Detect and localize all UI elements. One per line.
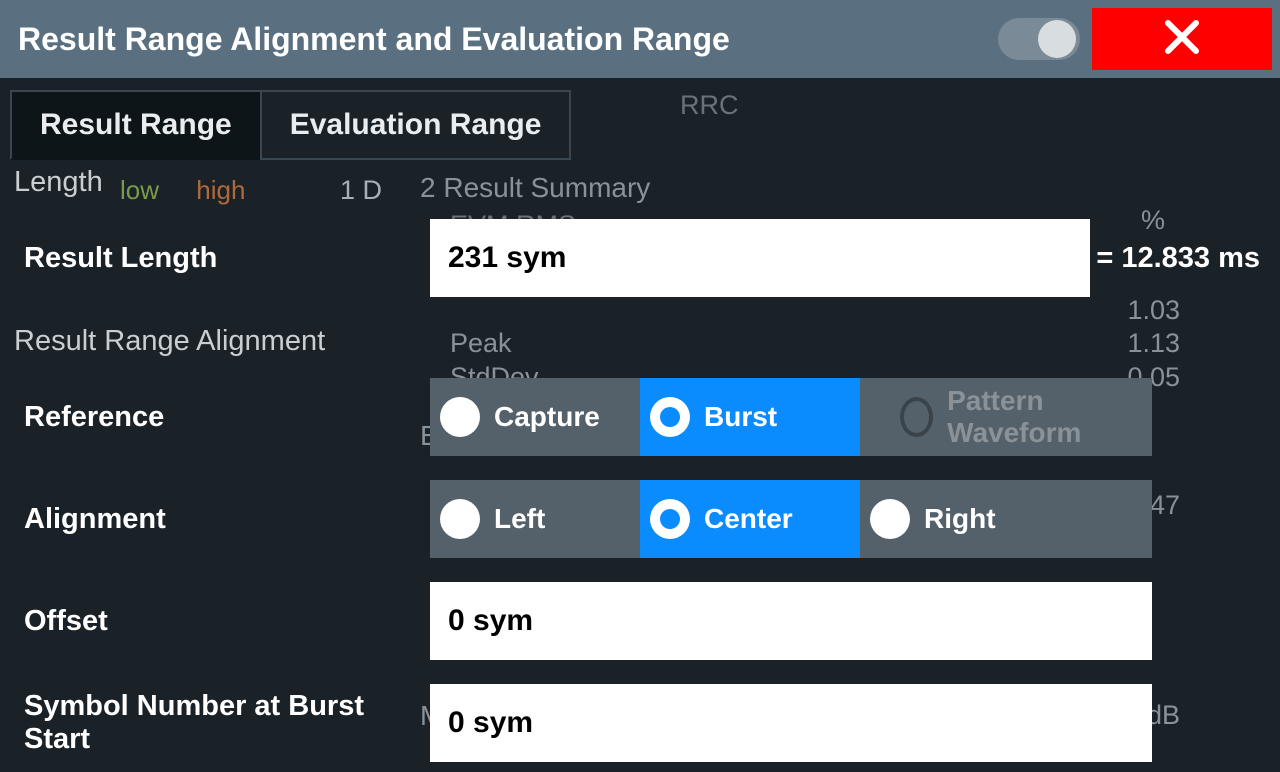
reference-option-capture[interactable]: Capture bbox=[430, 378, 640, 456]
result-length-ms: = 12.833 ms bbox=[1090, 242, 1270, 275]
option-label: Pattern Waveform bbox=[947, 385, 1134, 449]
reference-radio-group: Capture Burst Pattern Waveform bbox=[430, 378, 1152, 456]
radio-icon bbox=[870, 499, 910, 539]
title-bar: Result Range Alignment and Evaluation Ra… bbox=[0, 0, 1280, 78]
mode-toggle[interactable] bbox=[998, 18, 1080, 60]
label-result-length: Result Length bbox=[10, 242, 430, 275]
label-offset: Offset bbox=[10, 605, 430, 638]
symbol-number-input[interactable] bbox=[430, 684, 1152, 762]
toggle-knob bbox=[1038, 20, 1076, 58]
reference-option-burst[interactable]: Burst bbox=[640, 378, 860, 456]
reference-option-pattern-waveform: Pattern Waveform bbox=[860, 378, 1152, 456]
tab-result-range[interactable]: Result Range bbox=[10, 90, 262, 160]
row-result-length: Result Length = 12.833 ms bbox=[10, 213, 1270, 307]
radio-icon bbox=[440, 397, 480, 437]
result-length-input[interactable] bbox=[430, 219, 1090, 297]
option-label: Left bbox=[494, 503, 545, 535]
label-symbol-number: Symbol Number at Burst Start bbox=[10, 690, 430, 756]
tab-bar: Result Range Evaluation Range bbox=[10, 90, 1280, 160]
dialog-title: Result Range Alignment and Evaluation Ra… bbox=[18, 21, 998, 58]
alignment-option-right[interactable]: Right bbox=[860, 480, 1152, 558]
radio-icon bbox=[440, 499, 480, 539]
alignment-option-left[interactable]: Left bbox=[430, 480, 640, 558]
option-label: Center bbox=[704, 503, 793, 535]
row-offset: Offset bbox=[10, 568, 1270, 670]
option-label: Capture bbox=[494, 401, 600, 433]
close-icon bbox=[1160, 15, 1204, 64]
option-label: Right bbox=[924, 503, 996, 535]
label-alignment: Alignment bbox=[10, 503, 430, 536]
radio-icon bbox=[650, 397, 690, 437]
row-symbol-number: Symbol Number at Burst Start bbox=[10, 670, 1270, 772]
section-length-title: Length bbox=[10, 158, 1270, 213]
tab-evaluation-range[interactable]: Evaluation Range bbox=[260, 90, 572, 160]
label-reference: Reference bbox=[10, 401, 430, 434]
radio-icon bbox=[650, 499, 690, 539]
radio-icon bbox=[900, 397, 933, 437]
close-button[interactable] bbox=[1092, 8, 1272, 70]
alignment-radio-group: Left Center Right bbox=[430, 480, 1152, 558]
offset-input[interactable] bbox=[430, 582, 1152, 660]
result-range-panel: Length Result Length = 12.833 ms Result … bbox=[10, 158, 1270, 743]
section-alignment-title: Result Range Alignment bbox=[10, 307, 1270, 372]
row-alignment: Alignment Left Center Right bbox=[10, 466, 1270, 568]
row-reference: Reference Capture Burst Pattern Waveform bbox=[10, 372, 1270, 466]
option-label: Burst bbox=[704, 401, 777, 433]
alignment-option-center[interactable]: Center bbox=[640, 480, 860, 558]
